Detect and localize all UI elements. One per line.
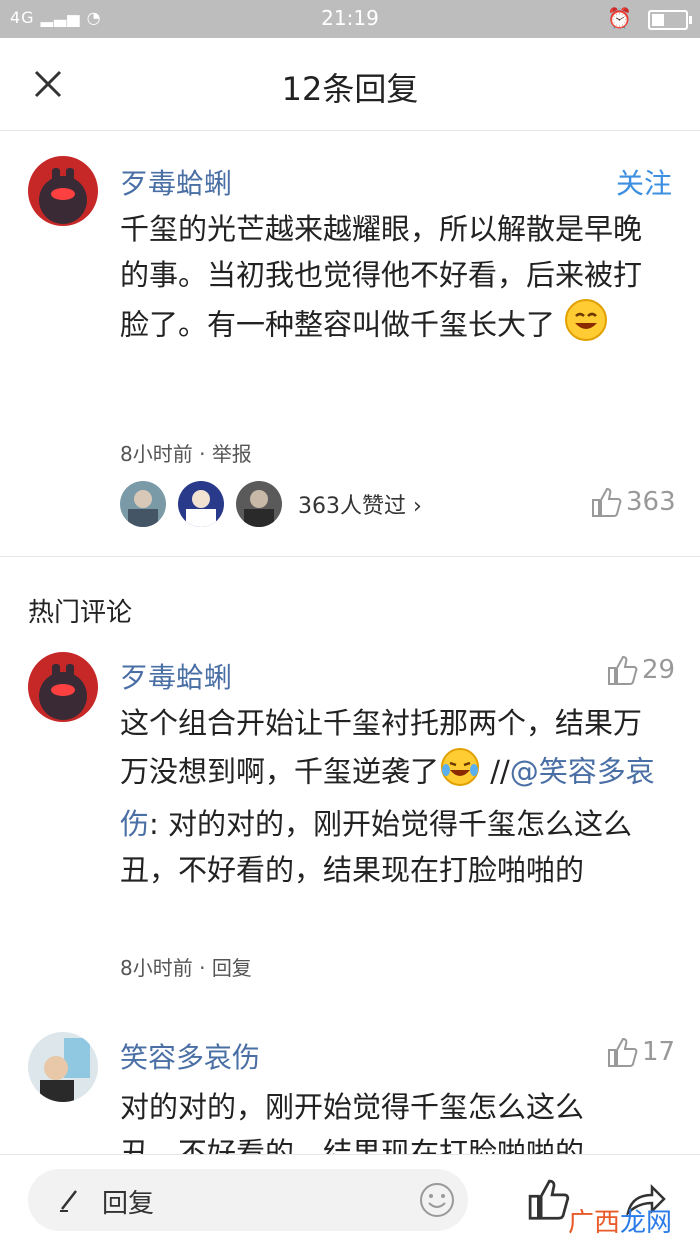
status-bar: 4G ▂▃▅ ◔ 21:19 ⏰ xyxy=(0,0,700,38)
avatar[interactable] xyxy=(28,652,98,722)
page-title: 12条回复 xyxy=(281,70,419,108)
emoji-icon[interactable] xyxy=(418,1181,456,1219)
comment-author[interactable]: 笑容多哀伤 xyxy=(120,1036,260,1076)
section-title: 热门评论 xyxy=(28,598,133,628)
laugh-cry-emoji-icon xyxy=(439,746,481,801)
reply-input[interactable]: 回复 xyxy=(28,1169,468,1231)
avatar[interactable] xyxy=(28,1032,98,1102)
author-name[interactable]: 歹毒蛤蜊 xyxy=(120,162,232,202)
liker-avatar xyxy=(236,481,282,527)
divider xyxy=(0,556,700,557)
pen-icon xyxy=(60,1190,77,1212)
liker-avatar xyxy=(178,481,224,527)
like-button[interactable]: 363 xyxy=(590,486,676,518)
likers-row[interactable]: 363人赞过 › xyxy=(120,480,422,528)
comment-meta: 8小时前 · 回复 xyxy=(120,956,252,980)
thumbs-up-icon xyxy=(608,655,638,685)
alarm-icon: ⏰ xyxy=(607,6,632,30)
comment-author[interactable]: 歹毒蛤蜊 xyxy=(120,656,232,696)
post-meta: 8小时前 · 举报 xyxy=(120,442,252,466)
thumbs-up-icon xyxy=(608,1037,638,1067)
comment-text: 这个组合开始让千玺衬托那两个，结果万万没想到啊，千玺逆袭了 //@笑容多哀伤: … xyxy=(120,706,655,887)
battery-icon xyxy=(648,10,692,30)
post-text: 千玺的光芒越来越耀眼，所以解散是早晚的事。当初我也觉得他不好看，后来被打脸了。有… xyxy=(120,206,660,355)
reply-label: 回复 xyxy=(102,1189,155,1219)
smile-emoji-icon xyxy=(564,298,608,355)
report-link[interactable]: 举报 xyxy=(212,442,252,466)
post-time: 8小时前 xyxy=(120,442,193,466)
likers-count[interactable]: 363人赞过 › xyxy=(298,488,422,520)
comment-text: 对的对的，刚开始觉得千玺怎么这么丑，不好看的，结果现在打脸啪啪的 xyxy=(120,1090,585,1154)
follow-button[interactable]: 关注 xyxy=(616,162,672,202)
liker-avatar xyxy=(120,481,166,527)
comment-like-button[interactable]: 17 xyxy=(606,1036,675,1068)
status-time: 21:19 xyxy=(321,6,379,30)
thumbs-up-icon[interactable] xyxy=(526,1177,570,1221)
comment-like-button[interactable]: 29 xyxy=(606,654,675,686)
avatar[interactable] xyxy=(28,156,98,226)
reply-link[interactable]: 回复 xyxy=(212,956,252,980)
watermark: 广西龙网 xyxy=(568,1208,673,1238)
sheet-header: 12条回复 xyxy=(0,38,700,131)
thumbs-up-icon xyxy=(592,487,622,517)
comment-time: 8小时前 xyxy=(120,956,193,980)
